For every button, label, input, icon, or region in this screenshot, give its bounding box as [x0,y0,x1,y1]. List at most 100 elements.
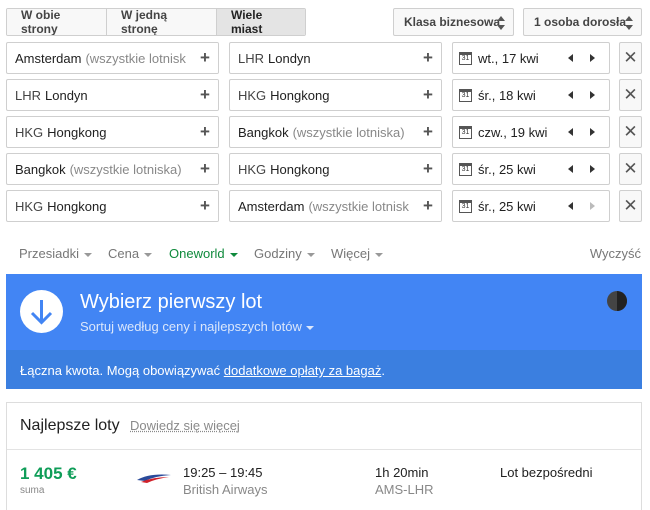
price-note-text: Łączna kwota. Mogą obowiązywać [20,363,224,378]
destination-city: Bangkok [238,125,289,140]
baggage-fees-link[interactable]: dodatkowe opłaty za bagaż [224,363,382,378]
flight-leg: HKG Hongkong + Bangkok (wszystkie lotnis… [6,116,642,148]
previous-date-icon[interactable] [568,202,573,210]
add-airport-icon[interactable]: + [192,154,218,184]
flight-route: AMS-LHR [375,482,434,497]
date-field[interactable]: 31 śr., 18 kwi [452,79,610,111]
add-airport-icon[interactable]: + [415,43,441,73]
add-airport-icon[interactable]: + [192,117,218,147]
add-airport-icon[interactable]: + [415,80,441,110]
origin-field[interactable]: LHR Londyn + [6,79,219,111]
close-icon: ✕ [623,196,637,216]
destination-city: Hongkong [270,88,329,103]
add-airport-icon[interactable]: + [415,191,441,221]
learn-more-link[interactable]: Dowiedz się więcej [130,418,240,433]
trip-type-multi-city[interactable]: Wiele miast [217,9,305,35]
trip-type-round-trip[interactable]: W obie strony [7,9,107,35]
caret-down-icon [230,253,238,257]
previous-date-icon[interactable] [568,128,573,136]
caret-down-icon [307,253,315,257]
calendar-icon: 31 [459,126,472,139]
remove-leg-button[interactable]: ✕ [619,190,642,222]
choose-flight-banner: Wybierz pierwszy lot Sortuj według ceny … [6,274,642,389]
flight-leg: Amsterdam (wszystkie lotnisk + LHR Londy… [6,42,642,74]
destination-field[interactable]: HKG Hongkong + [229,153,442,185]
search-options-row: W obie strony W jedną stronę Wiele miast… [6,8,642,36]
add-airport-icon[interactable]: + [415,154,441,184]
origin-code: HKG [15,199,43,214]
remove-leg-button[interactable]: ✕ [619,79,642,111]
destination-field[interactable]: Bangkok (wszystkie lotniska) + [229,116,442,148]
british-airways-logo-icon [135,472,173,484]
next-date-icon[interactable] [590,91,595,99]
filter-more[interactable]: Więcej [331,246,383,261]
filter-bar: Przesiadki Cena Oneworld Godziny Więcej … [19,246,641,264]
updown-arrows-icon [625,16,633,30]
remove-leg-button[interactable]: ✕ [619,42,642,74]
date-field[interactable]: 31 śr., 25 kwi [452,153,610,185]
filter-label: Godziny [254,246,302,261]
destination-field[interactable]: HKG Hongkong + [229,79,442,111]
cabin-class-dropdown[interactable]: Klasa biznesowa [393,8,514,36]
best-flights-heading: Najlepsze loty [20,417,120,435]
origin-field[interactable]: Amsterdam (wszystkie lotnisk + [6,42,219,74]
destination-city: Hongkong [270,162,329,177]
add-airport-icon[interactable]: + [192,191,218,221]
previous-date-icon[interactable] [568,54,573,62]
results-panel: Najlepsze loty Dowiedz się więcej 1 405 … [6,402,642,510]
destination-field[interactable]: LHR Londyn + [229,42,442,74]
filter-label: Przesiadki [19,246,79,261]
close-icon: ✕ [623,159,637,179]
add-airport-icon[interactable]: + [415,117,441,147]
flight-stops: Lot bezpośredni [500,465,593,480]
add-airport-icon[interactable]: + [192,43,218,73]
previous-date-icon[interactable] [568,165,573,173]
caret-down-icon [375,253,383,257]
date-field[interactable]: 31 wt., 17 kwi [452,42,610,74]
filter-label: Cena [108,246,139,261]
passengers-dropdown[interactable]: 1 osoba dorosła [523,8,642,36]
caret-down-icon [144,253,152,257]
filter-price[interactable]: Cena [108,246,152,261]
date-value: śr., 25 kwi [478,162,536,177]
price-note-end: . [381,363,385,378]
filter-times[interactable]: Godziny [254,246,315,261]
price-label: suma [20,485,44,496]
next-date-icon[interactable] [590,165,595,173]
filter-stops[interactable]: Przesiadki [19,246,92,261]
filter-alliance[interactable]: Oneworld [169,246,238,261]
clear-filters-button[interactable]: Wyczyść [590,246,641,261]
destination-qualifier: (wszystkie lotniska) [293,125,405,140]
sort-dropdown[interactable]: Sortuj według ceny i najlepszych lotów [80,319,314,334]
add-airport-icon[interactable]: + [192,80,218,110]
banner-title: Wybierz pierwszy lot [80,291,262,314]
trip-type-one-way[interactable]: W jedną stronę [107,9,217,35]
destination-code: HKG [238,162,266,177]
updown-arrows-icon [497,16,505,30]
caret-down-icon [306,326,314,330]
next-date-icon[interactable] [590,128,595,136]
origin-qualifier: (wszystkie lotnisk [85,51,185,66]
caret-down-icon [84,253,92,257]
origin-field[interactable]: HKG Hongkong + [6,190,219,222]
destination-field[interactable]: Amsterdam (wszystkie lotnisk + [229,190,442,222]
remove-leg-button[interactable]: ✕ [619,116,642,148]
price-tracking-toggle-icon[interactable] [607,291,627,311]
date-field[interactable]: 31 czw., 19 kwi [452,116,610,148]
filter-label: Więcej [331,246,370,261]
next-date-icon[interactable] [590,54,595,62]
date-value: śr., 25 kwi [478,199,536,214]
price-note: Łączna kwota. Mogą obowiązywać dodatkowe… [20,363,385,378]
flight-result-row[interactable]: 1 405 € suma 19:25 – 19:45 British Airwa… [7,450,641,500]
previous-date-icon[interactable] [568,91,573,99]
date-value: śr., 18 kwi [478,88,536,103]
date-field[interactable]: 31 śr., 25 kwi [452,190,610,222]
flight-times: 19:25 – 19:45 [183,465,263,480]
origin-code: LHR [15,88,41,103]
trip-type-selector: W obie strony W jedną stronę Wiele miast [6,8,306,36]
destination-city: Londyn [268,51,311,66]
origin-field[interactable]: HKG Hongkong + [6,116,219,148]
origin-field[interactable]: Bangkok (wszystkie lotniska) + [6,153,219,185]
passengers-label: 1 osoba dorosła [534,15,626,29]
remove-leg-button[interactable]: ✕ [619,153,642,185]
